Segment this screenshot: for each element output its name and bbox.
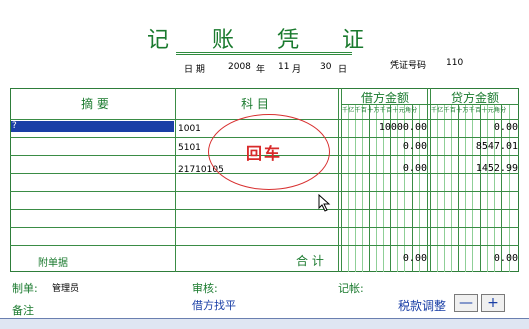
total-debit: 0.00 bbox=[402, 253, 427, 264]
row-line bbox=[10, 209, 519, 210]
title-underline-2 bbox=[176, 54, 352, 55]
attachments-label: 附单据 bbox=[38, 258, 68, 269]
debit-cell[interactable]: 0.00 bbox=[343, 163, 427, 174]
total-credit: 0.00 bbox=[493, 253, 518, 264]
date-day[interactable]: 30 bbox=[320, 62, 331, 72]
tax-adjust-label: 税款调整 bbox=[398, 299, 447, 313]
voucher-no[interactable]: 110 bbox=[446, 58, 463, 68]
debit-cell[interactable]: 0.00 bbox=[343, 141, 427, 152]
status-bar bbox=[0, 318, 529, 329]
header-summary: 摘 要 bbox=[81, 97, 109, 111]
debit-digit-headers: 千亿千百十万千百十元角分 bbox=[342, 107, 418, 114]
maker-label: 制单: bbox=[12, 282, 38, 295]
tax-increase-button[interactable]: + bbox=[481, 294, 505, 312]
tax-decrease-button[interactable]: — bbox=[454, 294, 478, 312]
bookkeep-label: 记帐: bbox=[338, 282, 364, 295]
review-label: 审核: bbox=[192, 282, 218, 295]
header-debit: 借方金额 bbox=[360, 91, 409, 105]
account-cell[interactable]: 1001 bbox=[178, 124, 201, 134]
date-label: 日 期 bbox=[184, 65, 205, 75]
header-credit: 贷方金额 bbox=[450, 91, 499, 105]
date-day-unit: 日 bbox=[338, 65, 348, 75]
voucher-no-label: 凭证号码 bbox=[390, 61, 427, 71]
date-month[interactable]: 11 bbox=[278, 62, 289, 72]
row-line bbox=[10, 245, 519, 246]
total-label: 合 计 bbox=[296, 254, 324, 268]
row-line bbox=[10, 227, 519, 228]
title-underline bbox=[176, 52, 352, 53]
mouse-cursor-icon bbox=[318, 194, 331, 212]
credit-cell[interactable]: 0.00 bbox=[432, 122, 518, 133]
remark-label: 备注 bbox=[12, 304, 34, 317]
balance-button[interactable]: 借方找平 bbox=[192, 297, 236, 313]
debit-cell[interactable]: 10000.00 bbox=[343, 122, 427, 133]
summary-cell[interactable]: ? bbox=[12, 121, 17, 131]
maker-name: 管理员 bbox=[52, 284, 80, 294]
row-line bbox=[10, 191, 519, 192]
date-year[interactable]: 2008 bbox=[228, 62, 251, 72]
credit-cell[interactable]: 8547.01 bbox=[432, 141, 518, 152]
voucher-title: 记 账 凭 证 bbox=[147, 28, 382, 53]
header-account: 科 目 bbox=[241, 97, 269, 111]
account-cell[interactable]: 5101 bbox=[178, 143, 201, 153]
selected-summary-cell[interactable] bbox=[11, 121, 174, 132]
credit-digit-headers: 千亿千百十万千百十元角分 bbox=[431, 107, 507, 114]
date-month-unit: 月 bbox=[292, 65, 302, 75]
credit-cell[interactable]: 1452.99 bbox=[432, 163, 518, 174]
date-year-unit: 年 bbox=[256, 65, 266, 75]
annotation-text: 回车 bbox=[246, 144, 283, 163]
